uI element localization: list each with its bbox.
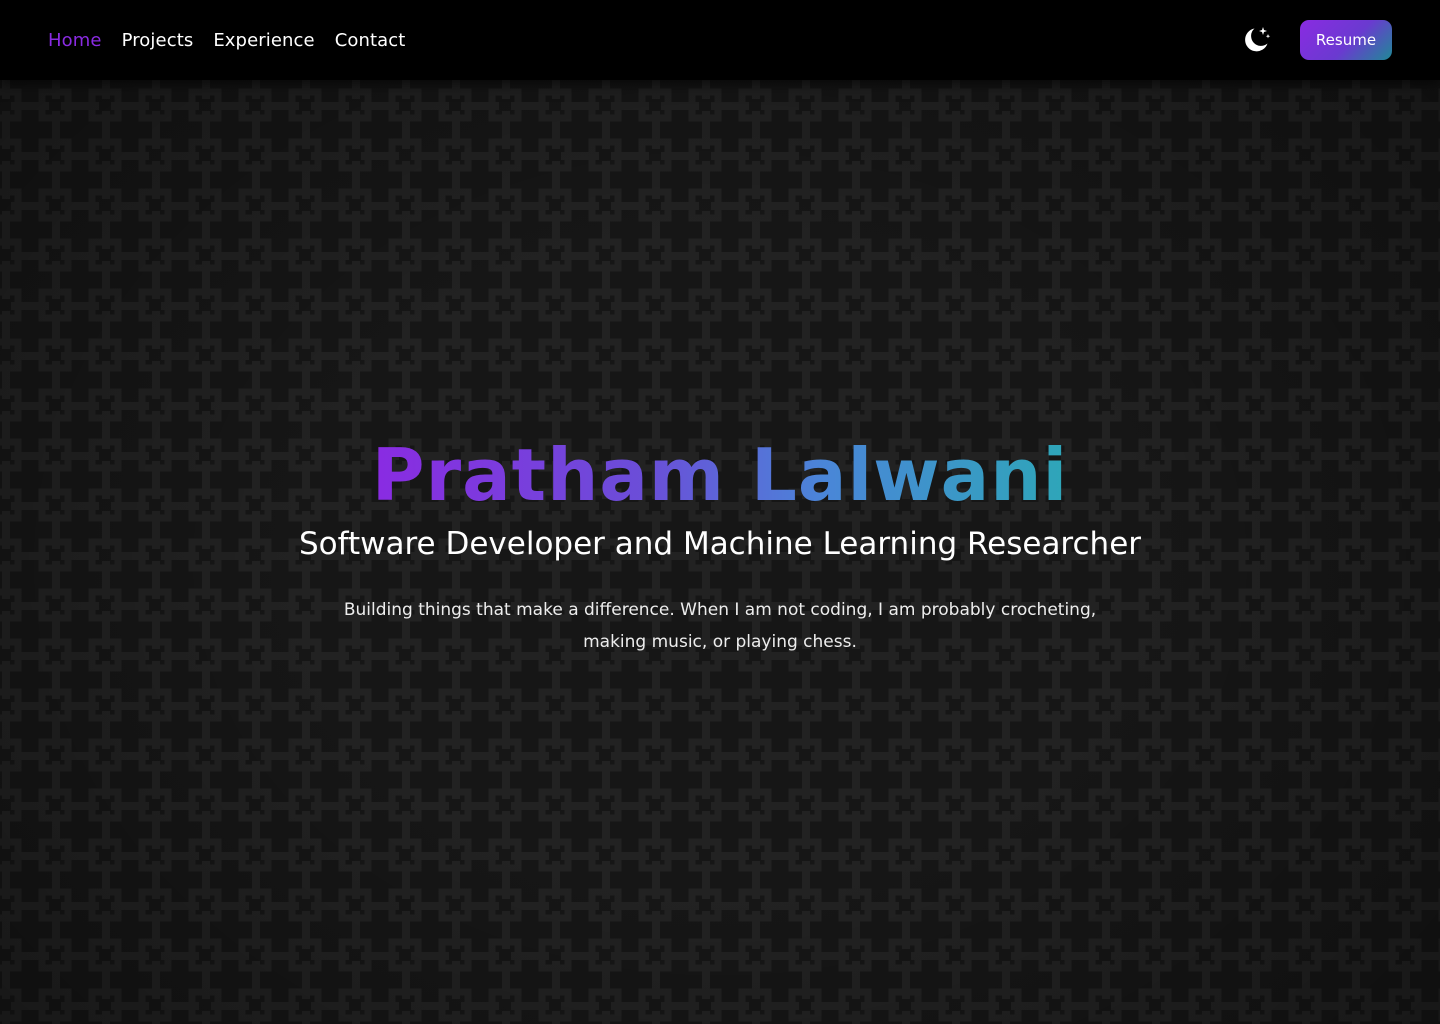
resume-button[interactable]: Resume (1300, 20, 1392, 60)
page: Home Projects Experience Contact Resume … (0, 0, 1440, 1024)
nav-link-projects[interactable]: Projects (122, 30, 194, 51)
moon-stars-icon (1245, 27, 1271, 52)
hero-name: Pratham Lalwani (372, 430, 1068, 520)
nav-link-contact[interactable]: Contact (335, 30, 406, 51)
top-navbar: Home Projects Experience Contact Resume (0, 0, 1440, 80)
hero-section: Pratham Lalwani Software Developer and M… (0, 430, 1440, 658)
hero-description: Building things that make a difference. … (343, 600, 1097, 652)
nav-link-experience[interactable]: Experience (213, 30, 314, 51)
nav-link-home[interactable]: Home (48, 30, 102, 51)
theme-toggle-button[interactable] (1238, 22, 1274, 58)
hero-subtitle: Software Developer and Machine Learning … (298, 526, 1142, 562)
nav-links: Home Projects Experience Contact (48, 0, 425, 80)
